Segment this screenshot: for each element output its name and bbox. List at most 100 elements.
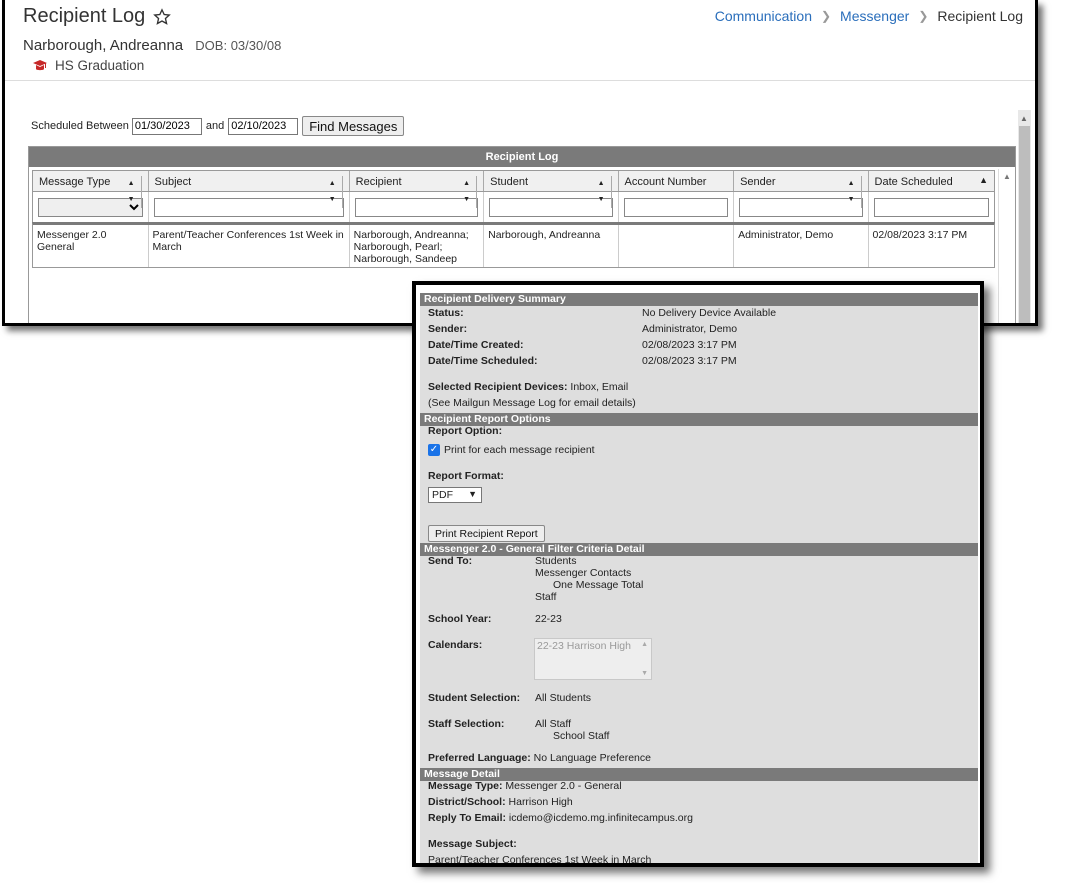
col-recipient[interactable]: Recipient ▲ ▼ bbox=[350, 171, 485, 208]
cell-message-type: Messenger 2.0 General bbox=[33, 225, 149, 267]
header-divider bbox=[5, 80, 1035, 81]
page-title: Recipient Log bbox=[23, 5, 146, 27]
scheduled-between-label: Scheduled Between bbox=[31, 120, 129, 132]
breadcrumb-current: Recipient Log bbox=[937, 8, 1023, 24]
student-header: Narborough, Andreanna DOB: 03/30/08 bbox=[23, 37, 281, 54]
send-to-students: Students bbox=[535, 555, 577, 567]
student-selection-label: Student Selection: bbox=[428, 692, 521, 704]
print-recipient-report-button[interactable]: Print Recipient Report bbox=[428, 525, 545, 542]
program-badge: HS Graduation bbox=[33, 58, 144, 73]
cell-sender: Administrator, Demo bbox=[734, 225, 869, 267]
sort-down-icon: ▼ bbox=[457, 192, 478, 208]
scroll-down-icon: ▼ bbox=[641, 670, 648, 677]
cell-account-number bbox=[619, 225, 735, 267]
calendars-listbox[interactable]: 22-23 Harrison High ▲ ▼ bbox=[534, 638, 652, 680]
breadcrumb: Communication ❯ Messenger ❯ Recipient Lo… bbox=[715, 8, 1023, 24]
scheduled-value: 02/08/2023 3:17 PM bbox=[642, 355, 737, 367]
student-selection-value: All Students bbox=[535, 692, 592, 704]
scroll-up-icon: ▲ bbox=[641, 641, 648, 648]
find-messages-button[interactable]: Find Messages bbox=[302, 116, 405, 136]
report-format-select[interactable]: PDF ▼ bbox=[428, 487, 482, 503]
sort-down-icon: ▼ bbox=[842, 192, 862, 208]
col-label: Sender bbox=[740, 176, 776, 188]
sort-ascending-icon: ▲ bbox=[979, 175, 988, 185]
filter-cell bbox=[619, 192, 735, 222]
sort-icon: ▲ ▼ bbox=[457, 176, 478, 208]
col-label: Message Type bbox=[39, 176, 111, 188]
message-type-label: Message Type: bbox=[428, 780, 503, 792]
sort-down-icon: ▼ bbox=[323, 192, 343, 208]
cell-student: Narborough, Andreanna bbox=[484, 225, 619, 267]
sort-up-icon: ▲ bbox=[592, 176, 612, 192]
filter-cell bbox=[149, 192, 350, 222]
created-label: Date/Time Created: bbox=[428, 339, 524, 351]
devices-row: Selected Recipient Devices: Inbox, Email bbox=[428, 381, 628, 393]
devices-value: Inbox, Email bbox=[570, 381, 629, 393]
col-subject[interactable]: Subject ▲ ▼ bbox=[149, 171, 350, 208]
subject-filter[interactable] bbox=[153, 197, 344, 217]
filter-criteria-header: Messenger 2.0 - General Filter Criteria … bbox=[420, 543, 978, 556]
sort-down-icon: ▼ bbox=[122, 192, 142, 208]
sort-icon: ▲ ▼ bbox=[122, 176, 142, 208]
sort-up-icon: ▲ bbox=[842, 176, 862, 192]
checkbox-checked-icon[interactable]: ✓ bbox=[428, 444, 440, 457]
school-year-value: 22-23 bbox=[535, 613, 562, 625]
program-label: HS Graduation bbox=[55, 58, 145, 73]
grid-title: Recipient Log bbox=[29, 147, 1015, 167]
sender-label: Sender: bbox=[428, 323, 468, 335]
delivery-summary-header: Recipient Delivery Summary bbox=[420, 293, 978, 306]
language-row: Preferred Language: No Language Preferen… bbox=[428, 752, 651, 764]
sender-value: Administrator, Demo bbox=[642, 323, 738, 335]
district-value: Harrison High bbox=[508, 796, 573, 808]
grid-header: Message Type ▲ ▼ Subject ▲ ▼ Recipient ▲ ▼ Stu… bbox=[32, 170, 995, 208]
graduation-icon bbox=[33, 59, 47, 70]
report-options-header: Recipient Report Options bbox=[420, 413, 978, 426]
col-label: Account Number bbox=[624, 176, 707, 188]
send-to-contacts: Messenger Contacts bbox=[535, 567, 632, 579]
col-sender[interactable]: Sender ▲ ▼ bbox=[734, 171, 869, 208]
star-outline-icon[interactable] bbox=[153, 7, 172, 26]
devices-label: Selected Recipient Devices: bbox=[428, 381, 568, 393]
account-number-filter[interactable] bbox=[623, 197, 729, 217]
sort-up-icon: ▲ bbox=[323, 176, 343, 192]
sort-icon: ▲ ▼ bbox=[842, 176, 862, 208]
message-subject-value: Parent/Teacher Conferences 1st Week in M… bbox=[428, 854, 652, 866]
chevron-right-icon: ❯ bbox=[820, 9, 832, 23]
start-date-input[interactable] bbox=[131, 117, 202, 135]
col-date-scheduled[interactable]: Date Scheduled ▲ bbox=[869, 171, 994, 191]
print-each-label: Print for each message recipient bbox=[444, 444, 595, 456]
date-filter: Scheduled Between and Find Messages bbox=[31, 116, 405, 136]
end-date-input[interactable] bbox=[228, 117, 299, 135]
col-label: Recipient bbox=[355, 176, 402, 188]
status-label: Status: bbox=[428, 307, 464, 319]
staff-selection-label: Staff Selection: bbox=[428, 718, 505, 730]
reply-value: icdemo@icdemo.mg.infinitecampus.org bbox=[508, 812, 693, 824]
student-name: Narborough, Andreanna bbox=[23, 37, 184, 54]
page-scrollbar[interactable]: ▲ bbox=[1018, 110, 1031, 323]
grid-scrollbar[interactable]: ▲ bbox=[998, 169, 1014, 323]
district-label: District/School: bbox=[428, 796, 506, 808]
date-scheduled-filter[interactable] bbox=[873, 197, 989, 217]
message-subject-label: Message Subject: bbox=[428, 838, 517, 850]
col-student[interactable]: Student ▲ ▼ bbox=[484, 171, 619, 208]
scroll-up-icon[interactable]: ▲ bbox=[1020, 114, 1028, 123]
cell-date-scheduled: 02/08/2023 3:17 PM bbox=[872, 229, 968, 241]
breadcrumb-messenger[interactable]: Messenger bbox=[840, 8, 909, 24]
language-value: No Language Preference bbox=[533, 752, 651, 764]
chevron-right-icon: ❯ bbox=[918, 9, 929, 23]
scrollbar-thumb[interactable] bbox=[1019, 126, 1030, 323]
scroll-up-icon[interactable]: ▲ bbox=[1003, 172, 1011, 181]
title-row: Recipient Log bbox=[23, 5, 172, 28]
reply-label: Reply To Email: bbox=[428, 812, 506, 824]
recipient-log-window: Recipient Log Communication ❯ Messenger … bbox=[2, 0, 1038, 326]
col-message-type[interactable]: Message Type ▲ ▼ bbox=[33, 171, 149, 208]
print-each-row[interactable]: ✓ Print for each message recipient bbox=[428, 444, 595, 457]
breadcrumb-communication[interactable]: Communication bbox=[715, 8, 812, 24]
table-row[interactable]: Messenger 2.0 General Parent/Teacher Con… bbox=[32, 222, 995, 268]
scheduled-label: Date/Time Scheduled: bbox=[428, 355, 538, 367]
col-account-number[interactable]: Account Number bbox=[619, 171, 735, 191]
report-format-value: PDF bbox=[432, 489, 453, 501]
mailgun-note: (See Mailgun Message Log for email detai… bbox=[428, 397, 636, 409]
student-dob: DOB: 03/30/08 bbox=[195, 38, 282, 53]
district-row: District/School: Harrison High bbox=[428, 796, 573, 808]
